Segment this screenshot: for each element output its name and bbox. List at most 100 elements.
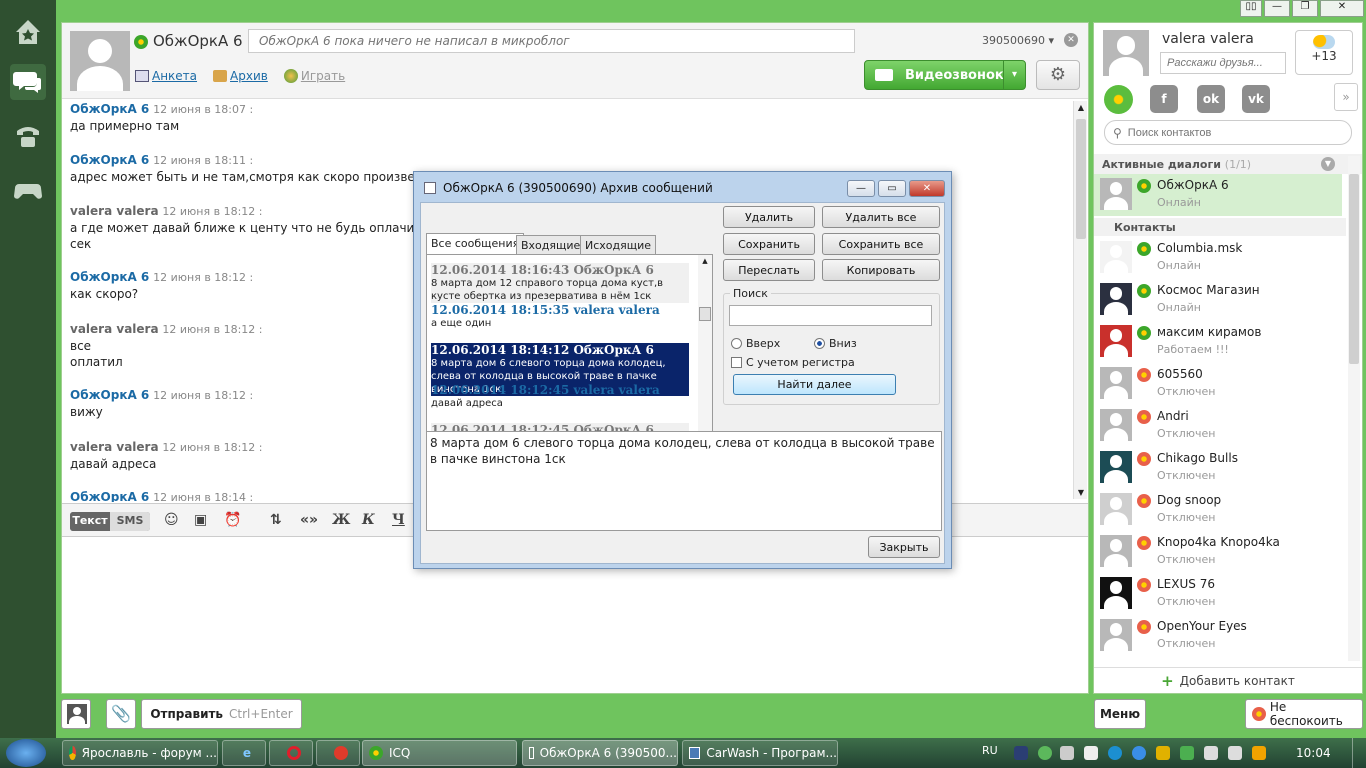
taskbar-item-carwash[interactable]: CarWash - Програм... [682, 740, 838, 766]
find-next-button[interactable]: Найти далее [733, 374, 896, 395]
translit-icon[interactable]: ⇅ [270, 512, 282, 528]
volume-icon[interactable] [1228, 746, 1242, 760]
contact-search-input[interactable] [1127, 126, 1338, 139]
contact-item[interactable]: 605560 Отключен [1094, 363, 1342, 405]
power-icon[interactable] [1252, 746, 1266, 760]
sticker-tv-icon[interactable]: ▣ [194, 512, 207, 528]
collapse-chevron-icon[interactable]: ▼ [1321, 157, 1335, 171]
action-center-flag-icon[interactable] [1084, 746, 1098, 760]
message-author[interactable]: ОбжОркА 6 [70, 102, 149, 116]
case-sensitive-checkbox[interactable]: С учетом регистра [731, 356, 855, 369]
scroll-up-icon[interactable]: ▲ [698, 257, 712, 265]
icq-flower-icon[interactable] [1104, 85, 1133, 114]
minimize-button[interactable]: — [1264, 0, 1290, 17]
message-author[interactable]: ОбжОркА 6 [70, 388, 149, 402]
add-odnoklassniki-icon[interactable]: ok [1197, 85, 1225, 113]
tab-outgoing[interactable]: Исходящие [580, 235, 657, 255]
compact-mode-button[interactable]: ▯▯ [1240, 0, 1262, 17]
settings-gear-icon[interactable]: ⚙ [1036, 60, 1080, 90]
dialog-maximize-button[interactable]: ▭ [878, 180, 906, 197]
show-desktop-button[interactable] [1352, 738, 1366, 768]
contact-search[interactable]: ⚲ [1104, 120, 1352, 145]
network-signal-icon[interactable] [1060, 746, 1074, 760]
italic-button[interactable]: К [362, 512, 375, 528]
language-indicator[interactable]: RU [982, 744, 998, 757]
forward-button[interactable]: Переслать [723, 259, 815, 281]
usb-device-icon[interactable] [1156, 746, 1170, 760]
taskbar-item-yandex[interactable] [316, 740, 360, 766]
search-input[interactable] [729, 305, 932, 326]
bold-button[interactable]: Ж [332, 512, 350, 528]
calls-icon[interactable] [10, 118, 46, 154]
send-button[interactable]: Отправить Ctrl+Enter [141, 699, 302, 729]
contact-item[interactable]: Dog snoop Отключен [1094, 489, 1342, 531]
microblog-input[interactable] [248, 29, 855, 53]
my-name[interactable]: valera valera [1162, 31, 1254, 47]
quote-button[interactable]: «» [300, 512, 318, 528]
contacts-scrollbar[interactable] [1348, 156, 1360, 661]
taskbar-item-browser[interactable]: Ярославль - форум ... [62, 740, 218, 766]
message-author[interactable]: valera valera [70, 204, 159, 218]
attach-paperclip-icon[interactable]: 📎 [106, 699, 136, 729]
message-preview[interactable]: 8 марта дом 6 слевого торца дома колодец… [426, 431, 942, 531]
video-call-button[interactable]: Видеозвонок ▾ [864, 60, 1026, 90]
contact-avatar[interactable] [70, 31, 130, 91]
add-facebook-icon[interactable]: f [1150, 85, 1178, 113]
archive-entry[interactable]: 12.06.2014 18:12:45 valera valera давай а… [431, 383, 689, 410]
contact-item[interactable]: Космос Магазин Онлайн [1094, 279, 1342, 321]
video-call-menu-chevron[interactable]: ▾ [1003, 61, 1025, 89]
keyboard-layout-icon[interactable] [1014, 746, 1028, 760]
save-button[interactable]: Сохранить [723, 233, 815, 255]
add-contact-button[interactable]: + Добавить контакт [1094, 667, 1362, 693]
skype-icon[interactable] [1108, 746, 1122, 760]
message-scrollbar[interactable]: ▲ ▼ [1073, 101, 1087, 499]
taskbar-item-opera[interactable] [269, 740, 313, 766]
menu-button[interactable]: Меню [1094, 699, 1146, 729]
archive-link[interactable]: Архив [213, 69, 268, 83]
scroll-up-icon[interactable]: ▲ [1074, 103, 1088, 112]
clipboard-icon[interactable] [1204, 746, 1218, 760]
update-icon[interactable] [1132, 746, 1146, 760]
close-dialog-button[interactable]: Закрыть [868, 536, 940, 558]
contact-item[interactable]: Andri Отключен [1094, 405, 1342, 447]
dialog-minimize-button[interactable]: — [847, 180, 875, 197]
tab-all[interactable]: Все сообщения [426, 233, 525, 255]
contact-item[interactable]: ОбжОркА 6 Онлайн [1094, 174, 1342, 216]
alarm-icon[interactable]: ⏰ [224, 512, 241, 528]
scroll-thumb[interactable] [699, 307, 711, 321]
delete-all-button[interactable]: Удалить все [822, 206, 940, 228]
start-button[interactable] [6, 739, 46, 767]
active-dialogs-header[interactable]: Активные диалоги (1/1) ▼ [1094, 154, 1362, 174]
smiley-icon[interactable]: ☺ [164, 512, 179, 528]
uin-dropdown[interactable]: 390500690 ▾ [982, 34, 1054, 47]
archive-scrollbar[interactable]: ▲ ▼ [698, 255, 712, 448]
delete-button[interactable]: Удалить [723, 206, 815, 228]
play-link[interactable]: Играть [283, 69, 345, 83]
weather-widget[interactable]: +13 [1295, 30, 1353, 75]
close-chat-icon[interactable]: ✕ [1064, 33, 1078, 47]
archive-entry[interactable]: 12.06.2014 18:15:35 valera valera а еще о… [431, 303, 689, 330]
close-button[interactable]: ✕ [1320, 0, 1364, 17]
message-author[interactable]: ОбжОркА 6 [70, 490, 149, 502]
message-author[interactable]: valera valera [70, 440, 159, 454]
contact-item[interactable]: Columbia.msk Онлайн [1094, 237, 1342, 279]
scroll-thumb[interactable] [1349, 174, 1359, 364]
security-check-icon[interactable] [1180, 746, 1194, 760]
message-author[interactable]: ОбжОркА 6 [70, 270, 149, 284]
status-input[interactable] [1160, 52, 1286, 74]
my-avatar[interactable] [1103, 30, 1149, 76]
archive-entry[interactable]: 12.06.2014 18:16:43 ОбжОркА 68 марта дом… [431, 263, 689, 303]
do-not-disturb-button[interactable]: Не беспокоить [1245, 699, 1363, 729]
message-author[interactable]: ОбжОркА 6 [70, 153, 149, 167]
contact-item[interactable]: LEXUS 76 Отключен [1094, 573, 1342, 615]
expand-chevron-icon[interactable]: » [1334, 83, 1358, 111]
taskbar-item-archive-window[interactable]: ОбжОркА 6 (390500... [522, 740, 678, 766]
search-down-radio[interactable]: Вниз [814, 337, 857, 350]
clock[interactable]: 10:04 [1296, 746, 1331, 760]
taskbar-item-icq[interactable]: ICQ [362, 740, 517, 766]
contact-item[interactable]: Knopo4ka Knopo4ka Отключен [1094, 531, 1342, 573]
search-up-radio[interactable]: Вверх [731, 337, 780, 350]
contact-item[interactable]: OpenYour Eyes Отключен [1094, 615, 1342, 657]
copy-button[interactable]: Копировать [822, 259, 940, 281]
contact-item[interactable]: Chikago Bulls Отключен [1094, 447, 1342, 489]
